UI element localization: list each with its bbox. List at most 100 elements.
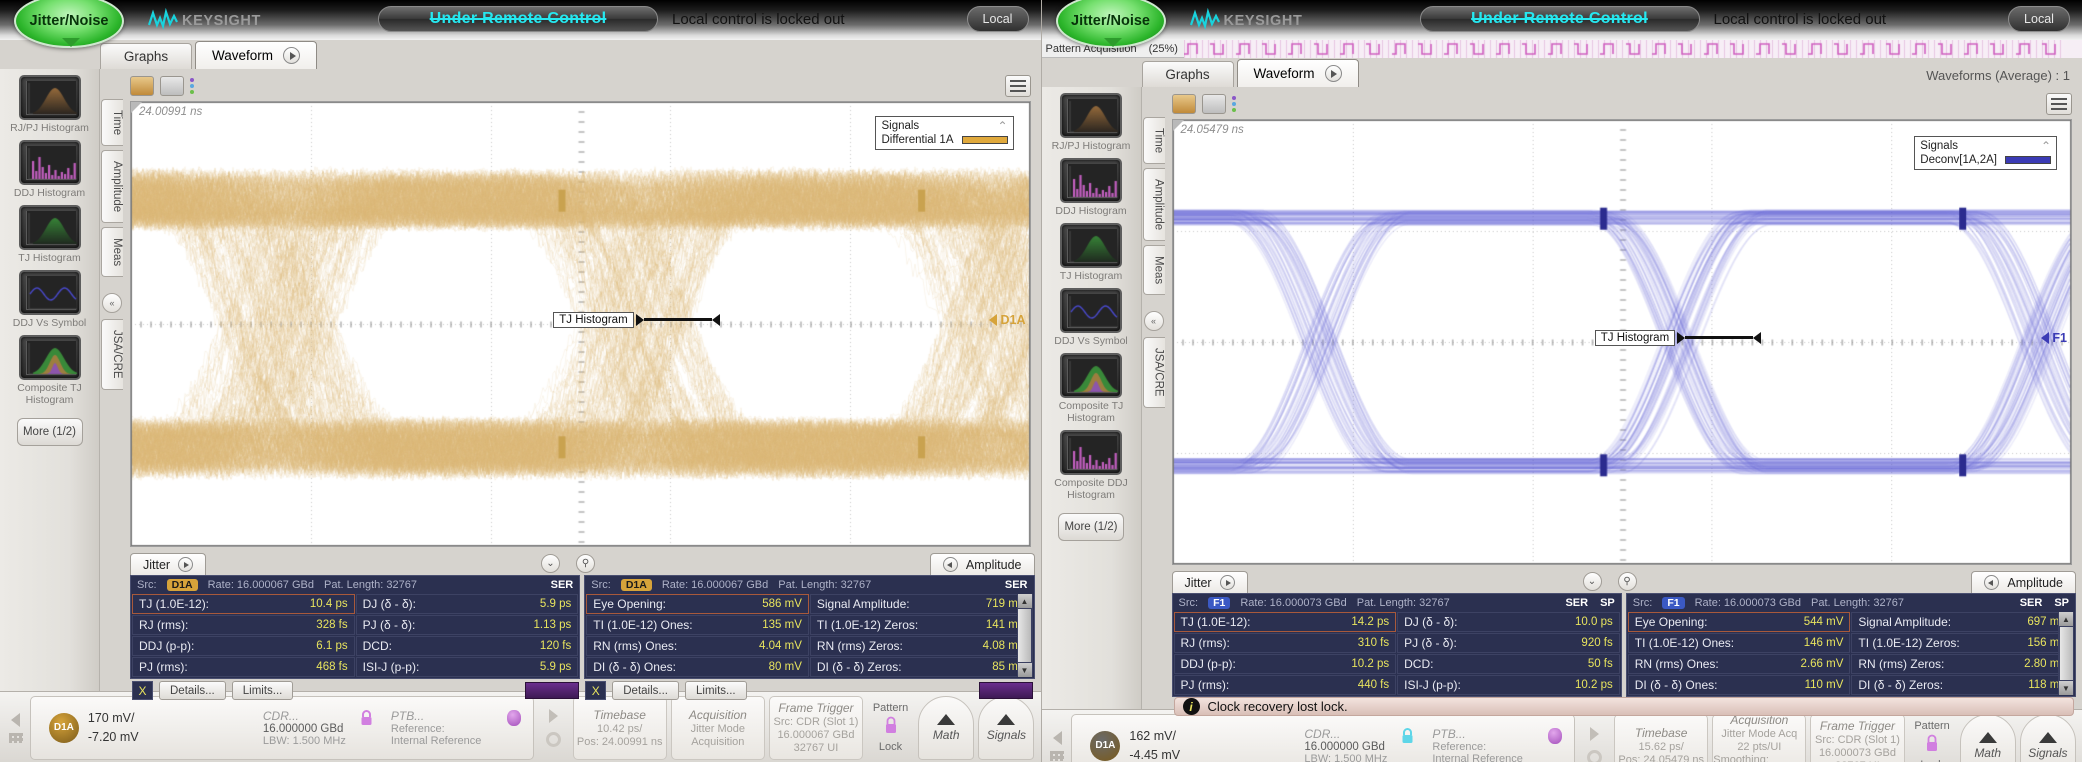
pattern-lock-box[interactable]: PatternLock xyxy=(1909,714,1956,762)
close-measurement-button[interactable]: X xyxy=(132,681,153,700)
pattern-lock-box[interactable]: PatternLock xyxy=(867,696,914,760)
scroll-up-icon[interactable]: ▲ xyxy=(2059,612,2073,626)
amplitude-scrollbar[interactable]: ▲▼ xyxy=(1017,594,1033,677)
status-box-1[interactable]: AcquisitionJitter ModeAcquisition xyxy=(671,696,765,760)
trace-color-swatch-1[interactable] xyxy=(1172,94,1196,114)
measurement-cell[interactable]: PJ (δ - δ):1.13 ps xyxy=(356,615,579,635)
cdr-box[interactable]: CDR...16.000000 GBdLBW: 1.500 MHz xyxy=(1296,722,1424,762)
status-grid-icon[interactable] xyxy=(9,733,23,743)
jitter-src-chip[interactable]: F1 xyxy=(1208,597,1230,609)
tab-waveform[interactable]: Waveform xyxy=(1237,59,1359,87)
measurement-cell[interactable]: RN (rms) Ones:4.04 mV xyxy=(586,636,809,656)
rail-item-1[interactable]: DDJ Histogram xyxy=(1045,158,1137,217)
jitter-run-icon[interactable] xyxy=(1220,575,1235,590)
tab-graphs[interactable]: Graphs xyxy=(1142,61,1234,87)
signals-legend-entry[interactable]: Differential 1A xyxy=(881,134,1007,146)
measurement-cell[interactable]: RN (rms) Ones:2.66 mV xyxy=(1628,654,1851,674)
tab-play-icon[interactable] xyxy=(1325,65,1342,82)
measurement-cell[interactable]: PJ (rms):440 fs xyxy=(1174,675,1397,695)
amplitude-run-icon[interactable] xyxy=(1984,575,1999,590)
tj-histogram-marker[interactable]: TJ Histogram xyxy=(553,312,719,328)
round-button-math[interactable]: Math xyxy=(918,696,974,760)
status-prev-icon[interactable] xyxy=(1053,731,1062,745)
measurement-cell[interactable]: ISI-J (p-p):10.2 ps xyxy=(1397,675,1620,695)
collapse-toggle-icon[interactable]: « xyxy=(102,293,122,313)
measurement-tab-amplitude[interactable]: Amplitude xyxy=(930,553,1035,575)
rail-item-5[interactable]: Composite DDJ Histogram xyxy=(1045,430,1137,501)
cdr-box[interactable]: CDR...16.000000 GBdLBW: 1.500 MHz xyxy=(255,704,383,752)
status-grid-icon[interactable] xyxy=(1050,751,1064,761)
jitter-src-chip[interactable]: D1A xyxy=(167,579,198,591)
rail-item-0[interactable]: RJ/PJ Histogram xyxy=(1045,93,1137,152)
overflow-dots-icon[interactable] xyxy=(1232,96,1236,112)
scroll-down-icon[interactable]: ▼ xyxy=(1018,663,1032,677)
measurement-cell[interactable]: RJ (rms):328 fs xyxy=(132,615,355,635)
status-next-icon[interactable] xyxy=(1590,727,1599,741)
measurement-tab-amplitude[interactable]: Amplitude xyxy=(1971,571,2076,593)
measurement-cell[interactable]: TI (1.0E-12) Zeros:141 mV xyxy=(810,615,1033,635)
tab-graphs[interactable]: Graphs xyxy=(100,43,192,69)
measurement-cell[interactable]: DJ (δ - δ):5.9 ps xyxy=(356,594,579,614)
round-button-math[interactable]: Math xyxy=(1960,714,2016,762)
scroll-thumb[interactable] xyxy=(1018,609,1031,662)
rail-item-4[interactable]: Composite TJ Histogram xyxy=(1045,353,1137,424)
status-box-0[interactable]: Timebase10.42 ps/Pos: 24.00991 ns xyxy=(573,696,667,760)
measurement-cell[interactable]: TJ (1.0E-12):10.4 ps xyxy=(132,594,355,614)
measurement-cell[interactable]: DI (δ - δ) Ones:80 mV xyxy=(586,657,809,677)
jitter-noise-dropdown-arrow-icon[interactable] xyxy=(62,38,80,47)
measurement-cell[interactable]: Signal Amplitude:719 mV xyxy=(810,594,1033,614)
status-nav[interactable] xyxy=(6,713,26,743)
plot-menu-icon[interactable] xyxy=(1005,75,1031,97)
rail-item-2[interactable]: TJ Histogram xyxy=(1045,223,1137,282)
vtab-time[interactable]: Time xyxy=(101,99,123,146)
amplitude-scrollbar[interactable]: ▲▼ xyxy=(2058,612,2074,695)
measurement-cell[interactable]: DI (δ - δ) Ones:110 mV xyxy=(1628,675,1851,695)
vtab-amplitude[interactable]: Amplitude xyxy=(101,150,123,223)
measurement-cell[interactable]: RN (rms) Zeros:2.80 mV xyxy=(1851,654,2074,674)
tj-histogram-marker[interactable]: TJ Histogram xyxy=(1595,330,1761,346)
vtab-meas[interactable]: Meas xyxy=(1143,245,1165,295)
scroll-thumb[interactable] xyxy=(2060,627,2073,680)
status-expand-col[interactable] xyxy=(538,709,569,747)
vtab-meas[interactable]: Meas xyxy=(101,227,123,277)
tab-waveform[interactable]: Waveform xyxy=(195,41,317,69)
expand-down-icon[interactable]: ⌄ xyxy=(1583,572,1602,591)
status-box-2[interactable]: Frame TriggerSrc: CDR (Slot 1)16.000073 … xyxy=(1810,714,1904,762)
ptb-box[interactable]: PTB...Reference:Internal Reference xyxy=(1424,722,1574,762)
status-next-icon[interactable] xyxy=(549,709,558,723)
rail-item-3[interactable]: DDJ Vs Symbol xyxy=(1045,288,1137,347)
measurement-cell[interactable]: DDJ (p-p):10.2 ps xyxy=(1174,654,1397,674)
measurement-cell[interactable]: Eye Opening:544 mV xyxy=(1628,612,1851,632)
settings-gear-icon[interactable] xyxy=(546,732,561,747)
status-box-1[interactable]: AcquisitionJitter Mode Acq22 pts/UISmoot… xyxy=(1712,714,1806,762)
expand-down-icon[interactable]: ⌄ xyxy=(541,554,560,573)
details-button[interactable]: Details... xyxy=(159,681,226,700)
signal-tag-F1[interactable]: F1 xyxy=(2041,331,2067,345)
rail-item-0[interactable]: RJ/PJ Histogram xyxy=(4,75,96,134)
scroll-up-icon[interactable]: ▲ xyxy=(1018,594,1032,608)
pin-icon[interactable]: ⚲ xyxy=(576,554,595,573)
amplitude-src-chip[interactable]: F1 xyxy=(1662,597,1684,609)
limits-button[interactable]: Limits... xyxy=(685,681,747,700)
collapse-toggle-icon[interactable]: « xyxy=(1144,311,1164,331)
amplitude-run-icon[interactable] xyxy=(943,557,958,572)
trace-color-swatch-2[interactable] xyxy=(1202,94,1226,114)
ptb-box[interactable]: PTB...Reference:Internal Reference xyxy=(383,704,533,752)
jitter-noise-dropdown-arrow-icon[interactable] xyxy=(1104,38,1122,47)
vtab-amplitude[interactable]: Amplitude xyxy=(1143,168,1165,241)
overflow-dots-icon[interactable] xyxy=(190,78,194,94)
jitter-run-icon[interactable] xyxy=(178,557,193,572)
measurement-cell[interactable]: TI (1.0E-12) Ones:135 mV xyxy=(586,615,809,635)
measurement-cell[interactable]: ISI-J (p-p):5.9 ps xyxy=(356,657,579,677)
status-prev-icon[interactable] xyxy=(11,713,20,727)
settings-gear-icon[interactable] xyxy=(1587,750,1602,762)
measurement-cell[interactable]: Signal Amplitude:697 mV xyxy=(1851,612,2074,632)
measurement-cell[interactable]: DCD:120 fs xyxy=(356,636,579,656)
pin-icon[interactable]: ⚲ xyxy=(1618,572,1637,591)
measurement-cell[interactable]: DI (δ - δ) Zeros:118 mV xyxy=(1851,675,2074,695)
signals-legend-entry[interactable]: Deconv[1A,2A] xyxy=(1920,154,2051,166)
vtab-jsa-cre[interactable]: JSA/CRE xyxy=(101,319,123,390)
measurement-tab-jitter[interactable]: Jitter xyxy=(1172,571,1248,593)
more-button[interactable]: More (1/2) xyxy=(1058,513,1124,541)
more-button[interactable]: More (1/2) xyxy=(17,418,83,446)
